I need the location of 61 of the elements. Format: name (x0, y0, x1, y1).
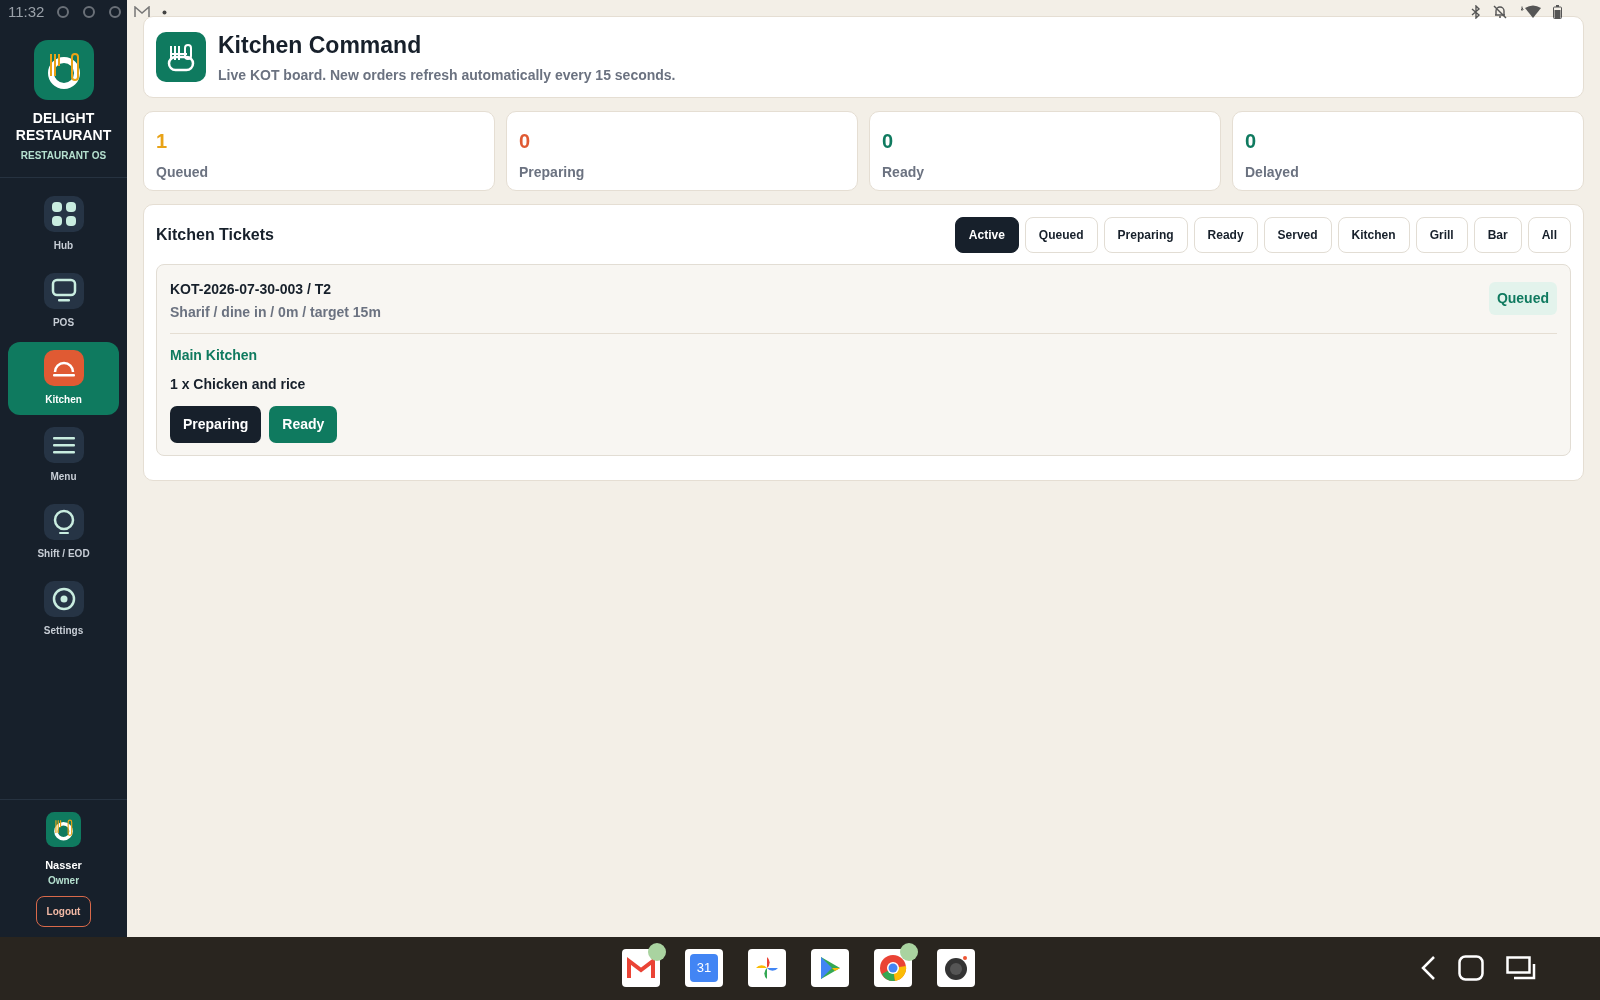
filter-tab[interactable]: All (1527, 217, 1571, 253)
filter-tab[interactable]: Queued (1024, 217, 1098, 253)
status-badge: Queued (1488, 282, 1557, 315)
stat-label: Delayed (1245, 163, 1300, 182)
stat-value: 0 (519, 129, 532, 154)
ticket-id: KOT-2026-07-30-003 / T2 (170, 280, 333, 299)
brand-subtitle: RESTAURANT OS (20, 149, 107, 163)
status-time: 11:32 (8, 1, 45, 22)
mail-notification-icon (134, 6, 151, 18)
bluetooth-icon (1471, 5, 1481, 19)
stat-label: Preparing (519, 163, 586, 182)
station-name: Main Kitchen (170, 346, 259, 365)
filter-tab[interactable]: Bar (1473, 217, 1522, 253)
app-notification-icon (82, 5, 97, 19)
play-app-icon[interactable] (811, 949, 849, 987)
restaurant-logo (33, 40, 94, 100)
stat-value: 0 (1245, 129, 1258, 154)
section-title: Kitchen Tickets (156, 225, 274, 245)
app-notification-icon (56, 5, 71, 19)
filter-tab[interactable]: Served (1263, 217, 1332, 253)
monitor-icon (49, 277, 78, 305)
ticket-meta: Sharif / dine in / 0m / target 15m (170, 303, 381, 322)
filter-tab[interactable]: Kitchen (1337, 217, 1410, 253)
order-line: 1 x Chicken and rice (170, 375, 307, 394)
action-button[interactable]: Preparing (170, 406, 262, 443)
nav-item[interactable]: Menu (8, 419, 119, 492)
kitchen-icon (156, 32, 206, 82)
user-role: Owner (47, 874, 80, 888)
nav-item[interactable]: Settings (8, 573, 119, 646)
stat-label: Queued (156, 163, 210, 182)
filter-tab[interactable]: Ready (1193, 217, 1258, 253)
back-icon[interactable] (1420, 955, 1436, 981)
filter-tab[interactable]: Preparing (1103, 217, 1188, 253)
stat-value: 0 (882, 129, 895, 154)
camera-app-icon[interactable] (937, 949, 975, 987)
filter-tab[interactable]: Grill (1415, 217, 1468, 253)
user-name: Nasser (45, 857, 82, 873)
calendar-app-icon[interactable]: 31 (685, 949, 723, 987)
page-title: Kitchen Command (218, 31, 423, 61)
nav-item[interactable]: Shift / EOD (8, 496, 119, 569)
more-dot-icon (162, 9, 168, 15)
user-avatar (46, 811, 81, 847)
grid-icon (49, 200, 78, 228)
stat-label: Ready (882, 163, 926, 182)
page-subtitle: Live KOT board. New orders refresh automatically every 15 seconds. (218, 65, 676, 85)
home-icon[interactable] (1458, 955, 1484, 981)
pinwheel-app-icon[interactable] (748, 949, 786, 987)
brand-name: DELIGHT RESTAURANT (14, 110, 113, 144)
app-notification-icon (108, 5, 123, 19)
battery-icon (1553, 5, 1562, 19)
stat-value: 1 (156, 129, 169, 154)
wifi-icon (1519, 5, 1541, 19)
mail-app-icon[interactable] (622, 949, 660, 987)
nav-item[interactable]: Hub (8, 188, 119, 261)
browser-app-icon[interactable] (874, 949, 912, 987)
nav-item[interactable]: POS (8, 265, 119, 338)
logout-button[interactable]: Logout (35, 896, 92, 927)
recents-icon[interactable] (1506, 956, 1536, 980)
nav-item[interactable]: Kitchen (8, 342, 119, 415)
action-button[interactable]: Ready (269, 406, 338, 443)
filter-tab[interactable]: Active (954, 217, 1019, 253)
